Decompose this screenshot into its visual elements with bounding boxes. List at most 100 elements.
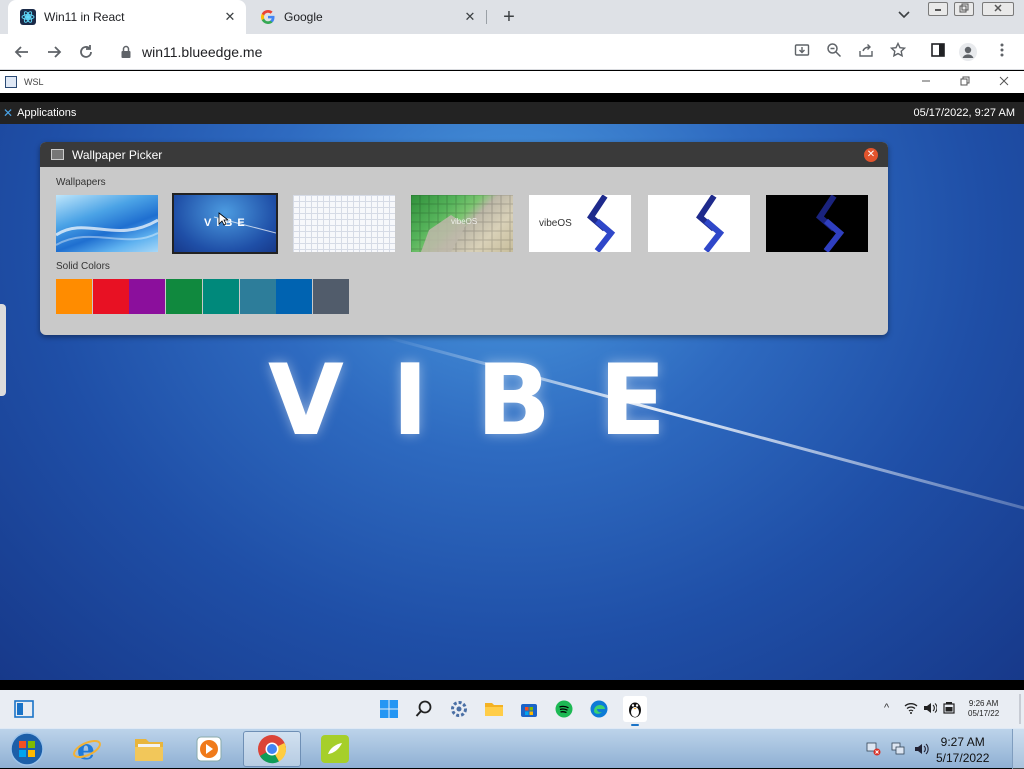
color-swatch[interactable] — [166, 279, 203, 314]
thumb-vibeos-text: vibeOS — [539, 218, 572, 229]
bookmark-star-icon[interactable] — [888, 41, 908, 62]
wallpaper-thumb-green-tiles[interactable]: vibeOS — [411, 195, 513, 252]
active-app-indicator — [631, 724, 639, 726]
dialog-title: Wallpaper Picker — [72, 148, 163, 162]
battery-icon[interactable] — [942, 702, 956, 717]
dialog-titlebar[interactable]: Wallpaper Picker ✕ — [40, 142, 888, 167]
color-swatch[interactable] — [56, 279, 92, 314]
color-swatch[interactable] — [276, 279, 313, 314]
color-swatch[interactable] — [239, 279, 276, 314]
address-bar[interactable]: win11.blueedge.me — [108, 38, 1020, 66]
close-window-icon[interactable] — [982, 2, 1014, 16]
svg-text:e: e — [77, 733, 95, 765]
store-icon[interactable] — [518, 698, 540, 720]
google-icon — [260, 9, 276, 25]
app-icon[interactable] — [306, 731, 364, 767]
back-arrow-icon[interactable] — [10, 40, 34, 64]
settings-icon[interactable] — [448, 698, 470, 720]
wsl-close-icon[interactable] — [999, 75, 1009, 89]
wallpaper-thumb-vibeos-logo-white[interactable] — [648, 195, 750, 252]
tab-win11-in-react[interactable]: Win11 in React ✕ — [8, 0, 246, 34]
install-app-icon[interactable] — [792, 42, 812, 62]
solid-colors-heading: Solid Colors — [56, 261, 110, 272]
forward-arrow-icon[interactable] — [42, 40, 66, 64]
start-icon[interactable] — [378, 698, 400, 720]
win11-clock[interactable]: 9:26 AM 05/17/22 — [968, 699, 999, 719]
restore-icon[interactable] — [954, 2, 974, 16]
zoom-out-icon[interactable] — [824, 42, 844, 62]
wsl-minimize-icon[interactable] — [921, 75, 931, 89]
wallpaper-thumb-vibeos-logo-black[interactable] — [766, 195, 868, 252]
applications-label: Applications — [17, 107, 77, 119]
file-explorer-icon[interactable] — [483, 698, 505, 720]
volume-icon[interactable] — [923, 702, 938, 717]
show-hidden-icons-chevron-icon[interactable]: ^ — [884, 702, 889, 714]
wallpaper-thumb-vibeos-logo-text[interactable]: vibeOS — [529, 195, 631, 252]
volume-icon[interactable] — [914, 742, 930, 759]
chrome-icon[interactable] — [243, 731, 301, 767]
mouse-cursor-icon — [218, 212, 230, 231]
new-tab-button[interactable]: + — [498, 6, 520, 28]
win7-time: 9:27 AM — [940, 735, 985, 749]
chrome-menu-icon[interactable] — [992, 42, 1012, 62]
win11-time: 9:26 AM — [968, 699, 999, 708]
wsl-window-icon — [5, 76, 17, 88]
tab-close-icon[interactable]: ✕ — [222, 9, 238, 25]
color-swatch[interactable] — [202, 279, 239, 314]
lock-icon[interactable] — [120, 45, 134, 59]
network-icon[interactable] — [890, 742, 906, 759]
win7-clock[interactable]: 9:27 AM 5/17/2022 — [936, 734, 989, 766]
wsl-window-title: WSL — [24, 77, 44, 87]
tab-separator — [486, 10, 487, 24]
applications-menu-button[interactable]: ✕ Applications — [3, 106, 76, 120]
wallpaper-picker-dialog: Wallpaper Picker ✕ Wallpapers VIBE vibeO… — [40, 142, 888, 335]
vibeos-logo-icon — [587, 195, 616, 252]
wsl-penguin-icon[interactable] — [623, 696, 647, 722]
widgets-icon[interactable] — [13, 698, 35, 720]
win11-taskbar: ^ 9:26 AM 05/17/22 — [0, 690, 1024, 728]
browser-toolbar: win11.blueedge.me — [0, 34, 1024, 70]
color-swatch[interactable] — [129, 279, 166, 314]
win7-taskbar: e 9:27 AM 5/17/2022 — [0, 728, 1024, 769]
tab-close-icon[interactable]: ✕ — [462, 9, 478, 25]
windows-explorer-icon[interactable] — [120, 731, 178, 767]
minimize-icon[interactable] — [928, 2, 948, 16]
win11-date: 05/17/22 — [968, 709, 1000, 718]
edge-icon[interactable] — [588, 698, 610, 720]
start-orb-icon[interactable] — [0, 731, 54, 767]
share-icon[interactable] — [856, 42, 876, 62]
vibeos-logo-icon — [816, 195, 845, 252]
internet-explorer-icon[interactable]: e — [58, 731, 116, 767]
wifi-icon[interactable] — [904, 702, 918, 717]
tab-title: Google — [284, 10, 323, 24]
search-icon[interactable] — [413, 698, 435, 720]
xfce-top-panel: ✕ Applications 05/17/2022, 9:27 AM — [0, 102, 1024, 124]
show-desktop-button[interactable] — [1019, 694, 1021, 724]
panel-clock[interactable]: 05/17/2022, 9:27 AM — [913, 107, 1015, 119]
tab-google[interactable]: Google ✕ — [248, 0, 486, 34]
reload-icon[interactable] — [74, 40, 98, 64]
wsl-restore-icon[interactable] — [960, 75, 970, 89]
tab-search-chevron-icon[interactable] — [894, 8, 914, 26]
wallpaper-thumb-blue-waves[interactable] — [56, 195, 158, 252]
spotify-icon[interactable] — [553, 698, 575, 720]
show-desktop-button[interactable] — [1012, 729, 1024, 769]
vibeos-logo-icon — [696, 195, 725, 252]
wallpapers-heading: Wallpapers — [56, 177, 106, 188]
win7-date: 5/17/2022 — [936, 751, 990, 765]
xfce-logo-icon: ✕ — [3, 106, 14, 120]
profile-avatar-icon[interactable] — [958, 42, 978, 62]
color-swatch[interactable] — [312, 279, 349, 314]
media-player-icon[interactable] — [180, 731, 238, 767]
wallpaper-vibe-text: VIBE — [268, 344, 714, 458]
dialog-close-icon[interactable]: ✕ — [864, 148, 878, 162]
wallpaper-thumb-white-grid[interactable] — [293, 195, 395, 252]
side-dock-edge[interactable] — [0, 304, 6, 396]
monitor-icon — [51, 149, 64, 160]
color-swatch[interactable] — [92, 279, 129, 314]
wallpaper-thumb-vibe-blue[interactable]: VIBE — [172, 193, 278, 254]
wsl-window-titlebar: WSL — [0, 71, 1024, 93]
tab-title: Win11 in React — [44, 10, 125, 24]
network-error-icon[interactable] — [866, 742, 882, 759]
side-panel-icon[interactable] — [928, 42, 948, 62]
